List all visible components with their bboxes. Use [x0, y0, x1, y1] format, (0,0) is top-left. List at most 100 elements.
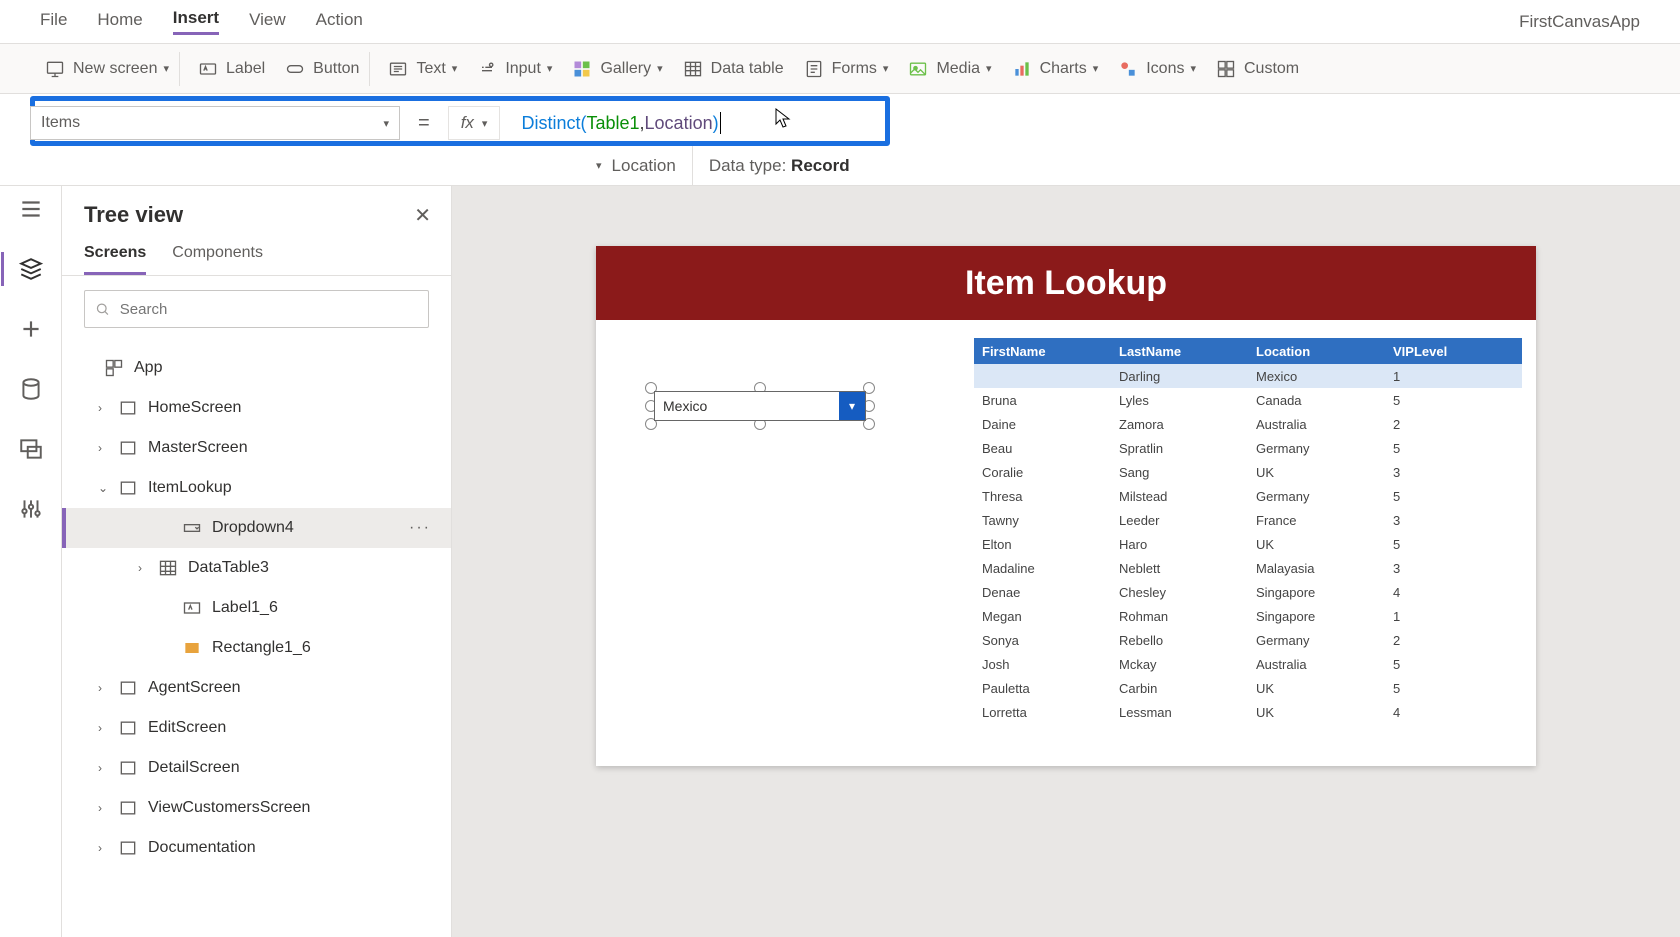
- chevron-down-icon: ▾: [163, 62, 169, 75]
- screen-icon: [45, 59, 65, 79]
- tree-node-editscreen[interactable]: ›EditScreen: [62, 708, 451, 748]
- table-row[interactable]: TawnyLeederFrance3: [974, 508, 1522, 532]
- tools-icon[interactable]: [18, 496, 44, 522]
- insert-icons-button[interactable]: Icons▾: [1108, 53, 1206, 85]
- tree-node-documentation[interactable]: ›Documentation: [62, 828, 451, 868]
- screen-icon: [118, 678, 138, 698]
- formula-input[interactable]: Distinct(Table1, Location): [512, 106, 729, 140]
- chevron-down-icon: ▾: [596, 159, 602, 172]
- search-input[interactable]: [120, 301, 418, 318]
- col-viplevel[interactable]: VIPLevel: [1385, 344, 1522, 359]
- tab-components[interactable]: Components: [172, 236, 263, 275]
- main-area: Tree view ✕ Screens Components App ›Home…: [0, 186, 1680, 937]
- insert-media-button[interactable]: Media▾: [898, 53, 1001, 85]
- dropdown-field[interactable]: Mexico ▾: [654, 391, 866, 421]
- screen-icon: [118, 438, 138, 458]
- page-title: Item Lookup: [965, 264, 1167, 303]
- media-icon: [908, 59, 928, 79]
- table-row[interactable]: DarlingMexico1: [974, 364, 1522, 388]
- col-firstname[interactable]: FirstName: [974, 344, 1111, 359]
- datatable3-control[interactable]: FirstName LastName Location VIPLevel Dar…: [974, 338, 1522, 724]
- table-row[interactable]: BrunaLylesCanada5: [974, 388, 1522, 412]
- table-header-row: FirstName LastName Location VIPLevel: [974, 338, 1522, 364]
- insert-charts-label: Charts: [1040, 60, 1087, 78]
- app-name: FirstCanvasApp: [1519, 12, 1640, 32]
- menu-file[interactable]: File: [40, 10, 67, 34]
- insert-media-label: Media: [936, 60, 980, 78]
- insert-button-text: Button: [313, 60, 359, 78]
- menu-action[interactable]: Action: [316, 10, 363, 34]
- data-icon[interactable]: [18, 376, 44, 402]
- table-row[interactable]: MeganRohmanSingapore1: [974, 604, 1522, 628]
- chevron-down-icon: ▾: [1093, 62, 1099, 75]
- tree-view-panel: Tree view ✕ Screens Components App ›Home…: [62, 186, 452, 937]
- col-lastname[interactable]: LastName: [1111, 344, 1248, 359]
- insert-charts-button[interactable]: Charts ▾: [1002, 53, 1109, 85]
- search-box[interactable]: [84, 290, 429, 328]
- insert-datatable-label: Data table: [711, 60, 784, 78]
- insert-forms-button[interactable]: Forms▾: [794, 53, 899, 85]
- tree-node-masterscreen[interactable]: ›MasterScreen: [62, 428, 451, 468]
- col-location[interactable]: Location: [1248, 344, 1385, 359]
- menu-home[interactable]: Home: [97, 10, 142, 34]
- table-row[interactable]: ThresaMilsteadGermany5: [974, 484, 1522, 508]
- table-row[interactable]: SonyaRebelloGermany2: [974, 628, 1522, 652]
- dropdown4-control[interactable]: Mexico ▾: [654, 391, 866, 421]
- fx-label: fx: [461, 113, 474, 133]
- tree-view-icon[interactable]: [18, 256, 44, 282]
- chevron-down-icon[interactable]: ▾: [839, 392, 865, 420]
- insert-custom-button[interactable]: Custom: [1206, 53, 1309, 85]
- label-icon: [182, 598, 202, 618]
- table-row[interactable]: LorrettaLessmanUK4: [974, 700, 1522, 724]
- add-icon[interactable]: [18, 316, 44, 342]
- property-name: Items: [41, 114, 80, 132]
- tree-node-homescreen[interactable]: ›HomeScreen: [62, 388, 451, 428]
- new-screen-button[interactable]: New screen ▾: [35, 53, 179, 85]
- tree-node-rectangle16[interactable]: Rectangle1_6: [62, 628, 451, 668]
- hamburger-icon[interactable]: [18, 196, 44, 222]
- tree-node-detailscreen[interactable]: ›DetailScreen: [62, 748, 451, 788]
- table-row[interactable]: EltonHaroUK5: [974, 532, 1522, 556]
- table-row[interactable]: DaineZamoraAustralia2: [974, 412, 1522, 436]
- tree-node-datatable3[interactable]: ›DataTable3: [62, 548, 451, 588]
- more-icon[interactable]: ···: [409, 519, 431, 537]
- canvas[interactable]: Item Lookup Mexico ▾ FirstName LastName …: [452, 186, 1680, 937]
- insert-gallery-button[interactable]: Gallery▾: [562, 53, 672, 85]
- tree-node-dropdown4[interactable]: Dropdown4···: [62, 508, 451, 548]
- table-row[interactable]: MadalineNeblettMalayasia3: [974, 556, 1522, 580]
- table-body: DarlingMexico1BrunaLylesCanada5DaineZamo…: [974, 364, 1522, 724]
- rectangle-icon: [182, 638, 202, 658]
- menu-insert[interactable]: Insert: [173, 8, 219, 35]
- charts-icon: [1012, 59, 1032, 79]
- screen-icon: [118, 758, 138, 778]
- tree-node-viewcustomers[interactable]: ›ViewCustomersScreen: [62, 788, 451, 828]
- table-row[interactable]: DenaeChesleySingapore4: [974, 580, 1522, 604]
- menu-view[interactable]: View: [249, 10, 286, 34]
- gallery-icon: [572, 59, 592, 79]
- table-row[interactable]: BeauSpratlinGermany5: [974, 436, 1522, 460]
- insert-text-button[interactable]: Text▾: [378, 53, 467, 85]
- new-screen-label: New screen: [73, 60, 157, 78]
- tree-node-label16[interactable]: Label1_6: [62, 588, 451, 628]
- chevron-down-icon: ▾: [883, 62, 889, 75]
- formula-result-bar: ▾Location Data type: Record: [0, 146, 1680, 186]
- close-icon[interactable]: ✕: [414, 203, 431, 228]
- equals-sign: =: [418, 112, 430, 135]
- table-row[interactable]: PaulettaCarbinUK5: [974, 676, 1522, 700]
- property-selector[interactable]: Items ▾: [30, 106, 400, 140]
- tree-node-itemlookup[interactable]: ⌄ItemLookup: [62, 468, 451, 508]
- table-row[interactable]: JoshMckayAustralia5: [974, 652, 1522, 676]
- chevron-down-icon: ▾: [547, 62, 553, 75]
- insert-datatable-button[interactable]: Data table: [673, 53, 794, 85]
- tree-node-app[interactable]: App: [62, 348, 451, 388]
- table-row[interactable]: CoralieSangUK3: [974, 460, 1522, 484]
- chevron-down-icon: ▾: [482, 117, 488, 130]
- insert-input-button[interactable]: Input▾: [467, 53, 562, 85]
- tree-node-agentscreen[interactable]: ›AgentScreen: [62, 668, 451, 708]
- insert-label-button[interactable]: Label: [188, 53, 275, 85]
- fx-button[interactable]: fx ▾: [448, 106, 501, 140]
- tab-screens[interactable]: Screens: [84, 236, 146, 275]
- media-rail-icon[interactable]: [18, 436, 44, 462]
- dropdown-value: Mexico: [663, 398, 707, 414]
- insert-button-button[interactable]: Button: [275, 53, 369, 85]
